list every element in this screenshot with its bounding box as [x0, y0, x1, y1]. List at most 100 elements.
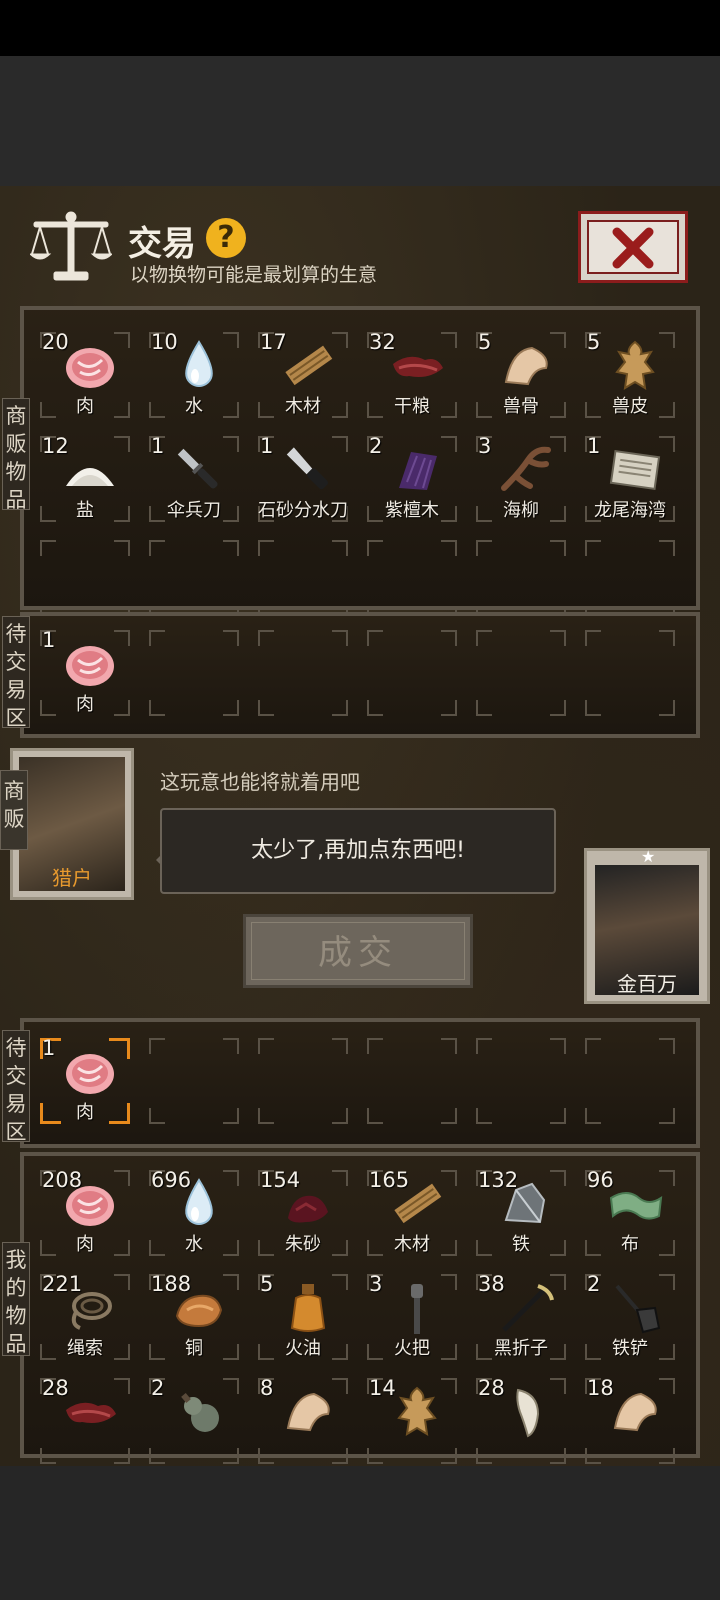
merchant-item-slot[interactable]: 17 木材 [256, 330, 350, 420]
slot-corner [149, 1108, 165, 1124]
bone-icon [504, 346, 548, 386]
my-item-slot[interactable]: 18 [583, 1376, 677, 1466]
item-quantity: 5 [478, 330, 492, 354]
item-quantity: 2 [369, 434, 383, 458]
slot-corner [258, 540, 274, 556]
slot-corner [441, 1448, 457, 1464]
my-item-slot[interactable]: 188 铜 [147, 1272, 241, 1362]
merchant-item-slot[interactable]: 2 紫檀木 [365, 434, 459, 524]
slot-corner [550, 1038, 566, 1054]
my-item-slot[interactable]: 154 朱砂 [256, 1168, 350, 1258]
bone-icon [286, 1392, 330, 1432]
item-name: 水 [185, 396, 203, 417]
slot-corner [659, 1038, 675, 1054]
item-quantity: 32 [369, 330, 396, 354]
slot-corner [367, 1038, 383, 1054]
item-quantity: 1 [587, 434, 601, 458]
slot-corner [367, 1108, 383, 1124]
my-item-slot[interactable]: 5 火油 [256, 1272, 350, 1362]
rosewood-icon [399, 452, 437, 490]
item-quantity: 5 [260, 1272, 274, 1296]
gourd-icon [181, 1393, 219, 1432]
merchant-item-slot[interactable]: 20 肉 [38, 330, 132, 420]
slot-corner [550, 700, 566, 716]
slot-corner [476, 1448, 492, 1464]
slot-corner [40, 540, 56, 556]
my-item-slot[interactable]: 96 布 [583, 1168, 677, 1258]
merchant-pending-slot[interactable] [583, 628, 677, 718]
bottom-backdrop [0, 1466, 720, 1600]
top-backdrop [0, 56, 720, 186]
slot-corner [367, 1448, 383, 1464]
slot-corner [367, 630, 383, 646]
my-item-slot[interactable]: 221 绳索 [38, 1272, 132, 1362]
my-item-slot[interactable]: 696 水 [147, 1168, 241, 1258]
item-quantity: 96 [587, 1168, 614, 1192]
salt-icon [66, 468, 114, 486]
player-pending-slot[interactable] [256, 1036, 350, 1126]
my-item-slot[interactable]: 2 铁铲 [583, 1272, 677, 1362]
merchant-pending-slot[interactable] [474, 628, 568, 718]
slot-corner [223, 700, 239, 716]
meat-icon [66, 646, 114, 686]
slot-corner [441, 540, 457, 556]
slot-corner [585, 1448, 601, 1464]
slot-corner [659, 1108, 675, 1124]
close-button[interactable] [578, 211, 688, 283]
my-item-slot[interactable]: 2 [147, 1376, 241, 1466]
map-icon [609, 449, 661, 491]
item-name: 木材 [394, 1234, 430, 1255]
torch-icon [411, 1284, 423, 1334]
my-item-slot[interactable]: 38 黑折子 [474, 1272, 568, 1362]
merchant-item-slot[interactable]: 5 兽骨 [474, 330, 568, 420]
player-portrait: ★ 金百万 [584, 847, 710, 1004]
merchant-item-slot[interactable]: 1 石砂分水刀 [256, 434, 350, 524]
merchant-item-slot[interactable]: 12 盐 [38, 434, 132, 524]
my-item-slot[interactable]: 132 铁 [474, 1168, 568, 1258]
black-tinder-icon [502, 1284, 554, 1332]
item-name: 龙尾海湾 [594, 500, 666, 521]
merchant-pending-slot[interactable] [365, 628, 459, 718]
slot-corner [149, 1038, 165, 1054]
item-quantity: 208 [42, 1168, 83, 1192]
item-quantity: 3 [369, 1272, 383, 1296]
merchant-item-slot[interactable]: 32 干粮 [365, 330, 459, 420]
meat-icon [66, 348, 114, 388]
item-name: 紫檀木 [385, 500, 439, 521]
my-item-slot[interactable]: 28 [474, 1376, 568, 1466]
help-icon[interactable]: ? [206, 218, 246, 258]
merchant-item-slot[interactable]: 1 龙尾海湾 [583, 434, 677, 524]
close-icon [612, 227, 654, 269]
slot-corner [585, 630, 601, 646]
item-quantity: 1 [42, 1036, 56, 1060]
merchant-item-slot[interactable]: 3 海柳 [474, 434, 568, 524]
my-item-slot[interactable]: 14 [365, 1376, 459, 1466]
item-quantity: 12 [42, 434, 69, 458]
merchant-item-slot[interactable]: 10 水 [147, 330, 241, 420]
item-name: 铜 [185, 1338, 203, 1359]
my-item-slot[interactable]: 3 火把 [365, 1272, 459, 1362]
item-quantity: 1 [260, 434, 274, 458]
deal-button[interactable]: 成交 [243, 914, 473, 988]
player-pending-slot[interactable] [365, 1036, 459, 1126]
my-item-slot[interactable]: 8 [256, 1376, 350, 1466]
slot-corner [114, 1448, 130, 1464]
player-pending-slot[interactable] [583, 1036, 677, 1126]
my-item-slot[interactable]: 165 木材 [365, 1168, 459, 1258]
player-pending-slot[interactable]: 1肉 [38, 1036, 132, 1126]
slot-corner [476, 540, 492, 556]
my-item-slot[interactable]: 208 肉 [38, 1168, 132, 1258]
my-item-slot[interactable]: 28 [38, 1376, 132, 1466]
merchant-pending-slot[interactable]: 1肉 [38, 628, 132, 718]
my-goods-label: 我的物品 [2, 1242, 30, 1356]
merchant-item-slot[interactable]: 1 伞兵刀 [147, 434, 241, 524]
player-pending-slot[interactable] [147, 1036, 241, 1126]
slot-corner [659, 700, 675, 716]
player-pending-slot[interactable] [474, 1036, 568, 1126]
slot-corner [40, 1448, 56, 1464]
merchant-item-slot[interactable]: 5 兽皮 [583, 330, 677, 420]
slot-corner [659, 540, 675, 556]
slot-corner [659, 630, 675, 646]
merchant-pending-slot[interactable] [147, 628, 241, 718]
merchant-pending-slot[interactable] [256, 628, 350, 718]
